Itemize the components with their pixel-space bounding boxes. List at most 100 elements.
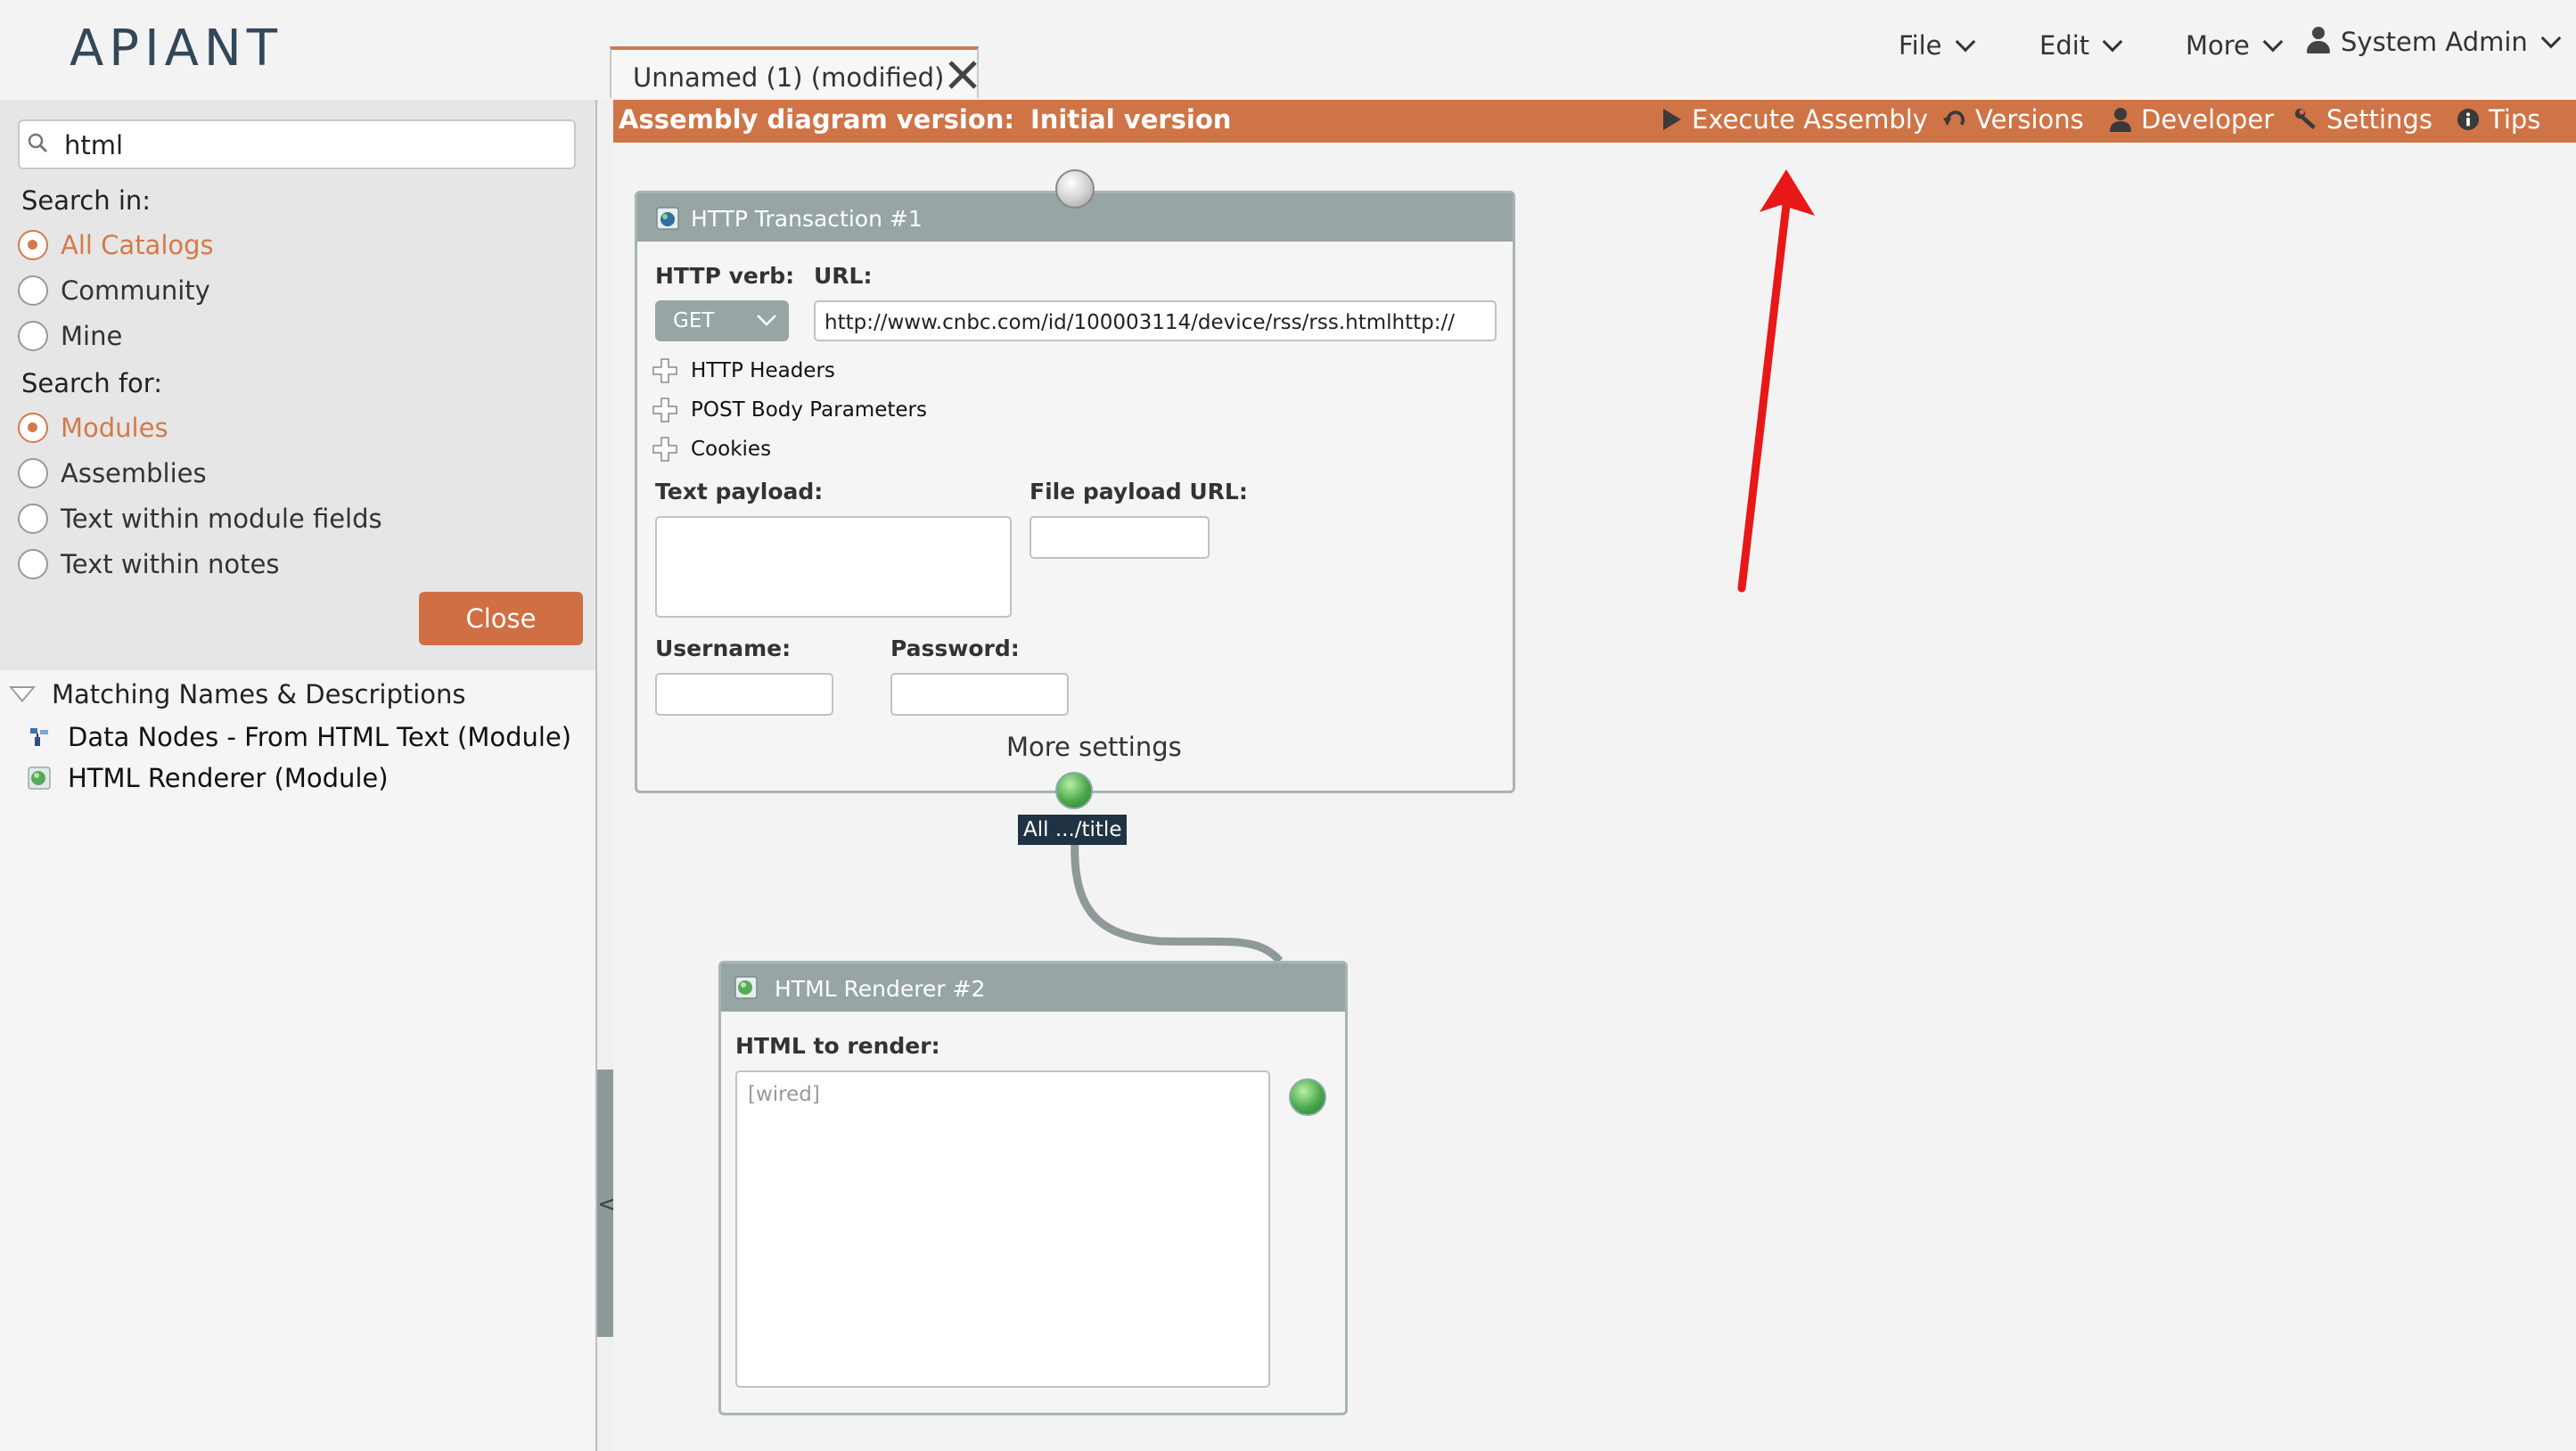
output-connector[interactable] (1055, 772, 1093, 809)
radio-icon (18, 321, 48, 351)
url-field[interactable]: http://www.cnbc.com/id/100003114/device/… (814, 300, 1497, 341)
result-item[interactable]: HTML Renderer (Module) (27, 763, 389, 793)
http-verb-value: GET (673, 309, 715, 332)
tips-label: Tips (2489, 104, 2541, 135)
text-payload-field[interactable] (655, 516, 1012, 618)
radio-label: Assemblies (61, 458, 207, 488)
expander-label: POST Body Parameters (691, 398, 927, 422)
module-title: HTTP Transaction #1 (691, 206, 923, 232)
chevron-down-icon (2262, 31, 2284, 53)
close-button[interactable]: Close (419, 592, 583, 645)
chevron-down-icon (2540, 28, 2562, 49)
results-header-label: Matching Names & Descriptions (52, 679, 466, 709)
user-menu[interactable]: System Admin (2305, 27, 2562, 57)
versions-button[interactable]: Versions (1943, 104, 2084, 135)
tips-button[interactable]: Tips (2457, 104, 2540, 135)
wrench-icon (2294, 108, 2316, 130)
play-icon (1663, 109, 1681, 130)
plus-icon (652, 437, 677, 462)
search-in-label: Search in: (21, 185, 152, 216)
radio-text-notes[interactable]: Text within notes (18, 549, 280, 579)
expander-label: Cookies (691, 438, 772, 461)
settings-button[interactable]: Settings (2294, 104, 2432, 135)
chevron-down-icon (757, 315, 776, 326)
radio-text-module-fields[interactable]: Text within module fields (18, 504, 382, 534)
url-value: http://www.cnbc.com/id/100003114/device/… (824, 311, 1455, 334)
text-payload-label: Text payload: (655, 479, 824, 504)
radio-mine[interactable]: Mine (18, 321, 122, 351)
annotation-arrow (1737, 169, 1815, 593)
user-menu-label: System Admin (2341, 27, 2528, 57)
more-menu[interactable]: More (2186, 30, 2284, 61)
version-value[interactable]: Initial version (1030, 104, 1231, 135)
result-label: Data Nodes - From HTML Text (Module) (68, 722, 572, 752)
edit-menu-label: Edit (2039, 30, 2090, 61)
http-module-icon (656, 207, 679, 230)
module-title: HTML Renderer #2 (775, 976, 986, 1002)
expand-triangle-icon (9, 686, 36, 702)
tab-label: Unnamed (1) (modified) (633, 62, 945, 93)
url-label: URL: (814, 263, 873, 289)
radio-icon (18, 458, 48, 488)
version-label: Assembly diagram version: (619, 104, 1015, 135)
radio-label: Text within module fields (61, 504, 382, 534)
expander-label: HTTP Headers (691, 359, 835, 382)
plus-icon (652, 398, 677, 422)
close-icon[interactable] (947, 59, 979, 91)
http-verb-select[interactable]: GET (655, 300, 789, 341)
password-field[interactable] (890, 673, 1069, 716)
http-verb-label: HTTP verb: (655, 263, 795, 289)
developer-label: Developer (2141, 104, 2275, 135)
radio-all-catalogs[interactable]: All Catalogs (18, 230, 214, 260)
radio-label: All Catalogs (61, 230, 214, 260)
radio-modules[interactable]: Modules (18, 413, 168, 443)
module-header[interactable]: HTML Renderer #2 (721, 963, 1345, 1012)
undo-icon (1943, 111, 1965, 127)
html-to-render-label: HTML to render: (735, 1033, 940, 1059)
plus-icon (652, 358, 677, 383)
radio-icon (18, 275, 48, 306)
http-transaction-module[interactable]: HTTP Transaction #1 HTTP verb: URL: GET … (635, 191, 1515, 793)
tab-unnamed[interactable]: Unnamed (1) (modified) (610, 46, 979, 98)
result-item[interactable]: Data Nodes - From HTML Text (Module) (27, 722, 571, 752)
result-label: HTML Renderer (Module) (68, 763, 389, 793)
radio-assemblies[interactable]: Assemblies (18, 458, 207, 488)
radio-community[interactable]: Community (18, 275, 210, 306)
chevron-down-icon (2102, 31, 2123, 53)
chevron-down-icon (1955, 31, 1975, 53)
execute-assembly-button[interactable]: Execute Assembly (1660, 104, 1928, 135)
developer-button[interactable]: Developer (2109, 104, 2274, 135)
username-label: Username: (655, 635, 792, 661)
data-nodes-icon (30, 728, 48, 746)
password-label: Password: (890, 635, 1020, 661)
search-input[interactable] (62, 125, 565, 166)
results-group-header[interactable]: Matching Names & Descriptions (9, 679, 466, 709)
post-body-expander[interactable]: POST Body Parameters (652, 397, 927, 423)
html-to-render-field[interactable]: [wired] (735, 1070, 1270, 1388)
radio-label: Mine (61, 321, 123, 351)
versions-label: Versions (1975, 104, 2084, 135)
file-payload-label: File payload URL: (1030, 479, 1248, 504)
file-payload-url-field[interactable] (1030, 516, 1210, 559)
file-menu[interactable]: File (1899, 30, 1975, 61)
html-renderer-icon (28, 766, 51, 790)
output-connector[interactable] (1289, 1078, 1326, 1116)
radio-icon (18, 549, 48, 579)
html-renderer-module[interactable]: HTML Renderer #2 HTML to render: [wired] (718, 961, 1348, 1415)
radio-label: Community (61, 275, 210, 306)
output-tag[interactable]: All .../title (1018, 815, 1128, 845)
cookies-expander[interactable]: Cookies (652, 436, 771, 463)
connector-wire (1071, 837, 1284, 963)
edit-menu[interactable]: Edit (2039, 30, 2123, 61)
wired-placeholder: [wired] (748, 1083, 820, 1106)
search-for-label: Search for: (21, 368, 162, 398)
file-menu-label: File (1899, 30, 1942, 61)
radio-selected-icon (18, 230, 48, 260)
radio-icon (18, 504, 48, 534)
http-headers-expander[interactable]: HTTP Headers (652, 357, 835, 384)
input-connector[interactable] (1055, 169, 1095, 209)
user-icon (2110, 108, 2131, 132)
apiant-logo: APIANT (70, 20, 283, 78)
more-settings-link[interactable]: More settings (1006, 732, 1182, 762)
username-field[interactable] (655, 673, 833, 716)
